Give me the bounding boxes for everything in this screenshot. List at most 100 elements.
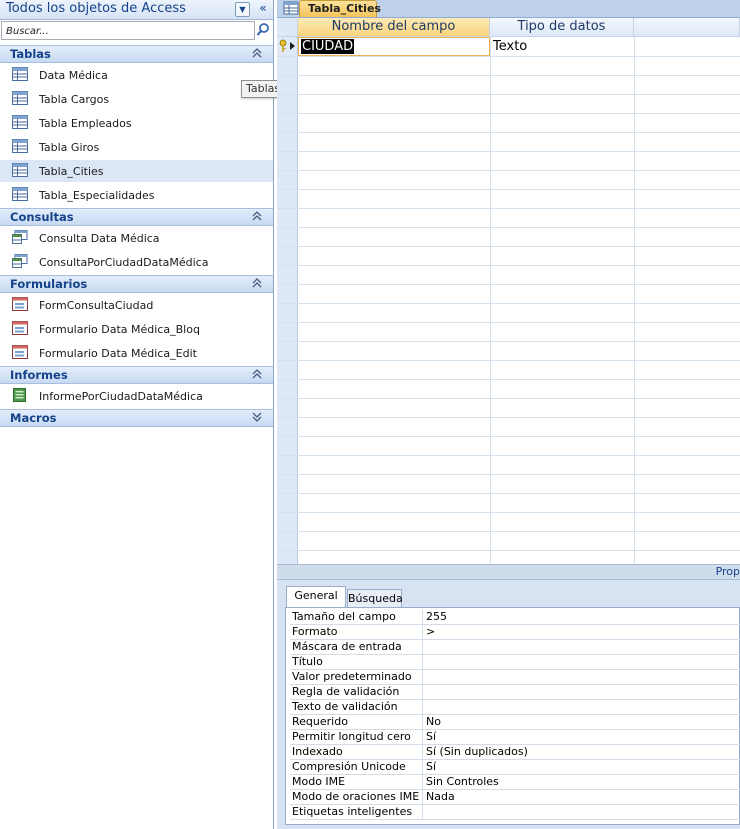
property-row[interactable]: Texto de validación xyxy=(290,700,740,715)
nav-item[interactable]: Formulario Data Médica_Bloq xyxy=(0,318,273,340)
property-row[interactable]: Requerido No xyxy=(290,715,740,730)
nav-item-label: Tabla Empleados xyxy=(39,117,132,130)
property-divider xyxy=(422,745,423,760)
nav-title[interactable]: Todos los objetos de Access xyxy=(6,1,186,16)
nav-item[interactable]: Tabla Cargos xyxy=(0,88,273,110)
nav-item-label: Data Médica xyxy=(39,69,108,82)
chevron-up-icon[interactable] xyxy=(250,46,264,63)
table-icon xyxy=(12,139,28,153)
nav-item[interactable]: Formulario Data Médica_Edit xyxy=(0,342,273,364)
group-header-tablas[interactable]: Tablas xyxy=(0,45,273,63)
nav-item-label: InformePorCiudadDataMédica xyxy=(39,390,203,403)
chevron-up-icon[interactable] xyxy=(250,276,264,293)
chevron-up-icon[interactable] xyxy=(250,367,264,384)
field-name-value[interactable]: CIUDAD xyxy=(301,39,355,54)
properties-splitter[interactable]: Prop xyxy=(277,564,740,580)
grid-row-line xyxy=(277,455,740,456)
chevron-up-icon[interactable] xyxy=(250,209,264,226)
property-row[interactable]: Etiquetas inteligentes xyxy=(290,805,740,820)
tab-tabla-cities[interactable]: Tabla_Cities xyxy=(299,0,381,17)
nav-item[interactable]: Tabla Empleados xyxy=(0,112,273,134)
nav-item[interactable]: FormConsultaCiudad xyxy=(0,294,273,316)
nav-item[interactable]: ConsultaPorCiudadDataMédica xyxy=(0,251,273,273)
group-header-formularios[interactable]: Formularios xyxy=(0,275,273,293)
query-icon xyxy=(12,254,28,268)
tab-general[interactable]: General xyxy=(286,586,346,608)
row-selector-column[interactable] xyxy=(277,37,298,564)
property-name: Requerido xyxy=(292,715,348,728)
search-box[interactable] xyxy=(1,21,255,40)
property-row[interactable]: Tamaño del campo 255 xyxy=(290,610,740,625)
collapse-pane-icon[interactable]: « xyxy=(256,1,270,16)
property-name: Texto de validación xyxy=(292,700,398,713)
property-value[interactable]: Nada xyxy=(426,790,455,804)
column-header-data-type[interactable]: Tipo de datos xyxy=(490,18,634,37)
property-value[interactable]: Sin Controles xyxy=(426,775,499,789)
search-input[interactable] xyxy=(4,23,254,40)
select-all-corner[interactable] xyxy=(277,18,298,37)
property-row[interactable]: Formato > xyxy=(290,625,740,640)
property-row[interactable]: Indexado Sí (Sin duplicados) xyxy=(290,745,740,760)
group-label: Informes xyxy=(10,368,68,382)
property-divider xyxy=(422,790,423,805)
property-row[interactable]: Modo de oraciones IME Nada xyxy=(290,790,740,805)
grid-row-line xyxy=(277,550,740,551)
nav-item[interactable]: Data Médica xyxy=(0,64,273,86)
nav-item[interactable]: InformePorCiudadDataMédica xyxy=(0,385,273,407)
search-icon[interactable] xyxy=(256,22,270,38)
property-divider xyxy=(422,805,423,820)
nav-item[interactable]: Consulta Data Médica xyxy=(0,227,273,249)
group-header-macros[interactable]: Macros xyxy=(0,409,273,427)
property-row[interactable]: Regla de validación xyxy=(290,685,740,700)
property-row[interactable]: Título xyxy=(290,655,740,670)
nav-item-label: Formulario Data Médica_Bloq xyxy=(39,323,200,336)
grid-row-line xyxy=(277,113,740,114)
nav-header[interactable]: Todos los objetos de Access ▼ xyxy=(0,0,273,20)
property-value[interactable]: 255 xyxy=(426,610,447,624)
nav-item[interactable]: Tabla_Especialidades xyxy=(0,184,273,206)
grid-row-line xyxy=(277,94,740,95)
form-icon xyxy=(12,321,28,335)
grid-row-line xyxy=(277,474,740,475)
property-name: Etiquetas inteligentes xyxy=(292,805,413,818)
group-label: Tablas xyxy=(10,47,51,61)
property-row[interactable]: Valor predeterminado xyxy=(290,670,740,685)
tab-label: Tabla_Cities xyxy=(308,2,381,15)
property-divider xyxy=(422,715,423,730)
grid-row-line xyxy=(277,189,740,190)
property-row[interactable]: Máscara de entrada xyxy=(290,640,740,655)
grid-row-line xyxy=(277,436,740,437)
property-value[interactable]: > xyxy=(426,625,435,639)
grid-row-line xyxy=(277,75,740,76)
property-row[interactable]: Permitir longitud cero Sí xyxy=(290,730,740,745)
property-value[interactable]: Sí (Sin duplicados) xyxy=(426,745,528,759)
column-header-description[interactable] xyxy=(634,18,740,37)
grid-row-line xyxy=(277,265,740,266)
property-value[interactable]: Sí xyxy=(426,760,436,774)
property-name: Regla de validación xyxy=(292,685,400,698)
property-name: Máscara de entrada xyxy=(292,640,402,653)
field-name-cell[interactable]: CIUDAD xyxy=(298,37,490,56)
grid-row-line xyxy=(277,398,740,399)
group-header-informes[interactable]: Informes xyxy=(0,366,273,384)
nav-item-label: Formulario Data Médica_Edit xyxy=(39,347,197,360)
grid-row-line xyxy=(277,322,740,323)
group-label: Formularios xyxy=(10,277,88,291)
grid-column-line xyxy=(490,37,491,564)
property-row[interactable]: Compresión Unicode Sí xyxy=(290,760,740,775)
grid-row-line xyxy=(277,379,740,380)
query-icon xyxy=(12,230,28,244)
column-header-field-name[interactable]: Nombre del campo xyxy=(298,18,490,37)
nav-item[interactable]: Tabla_Cities xyxy=(0,160,273,182)
grid-row-line xyxy=(277,284,740,285)
field-properties-pane: General Búsqueda Tamaño del campo 255 Form… xyxy=(277,580,740,829)
chevron-down-icon[interactable] xyxy=(250,410,264,427)
chevron-down-icon[interactable]: ▼ xyxy=(235,2,250,17)
data-type-cell[interactable]: Texto xyxy=(493,39,527,54)
tab-busqueda[interactable]: Búsqueda xyxy=(347,589,403,608)
nav-item[interactable]: Tabla Giros xyxy=(0,136,273,158)
property-value[interactable]: No xyxy=(426,715,441,729)
group-header-consultas[interactable]: Consultas xyxy=(0,208,273,226)
property-value[interactable]: Sí xyxy=(426,730,436,744)
property-row[interactable]: Modo IME Sin Controles xyxy=(290,775,740,790)
